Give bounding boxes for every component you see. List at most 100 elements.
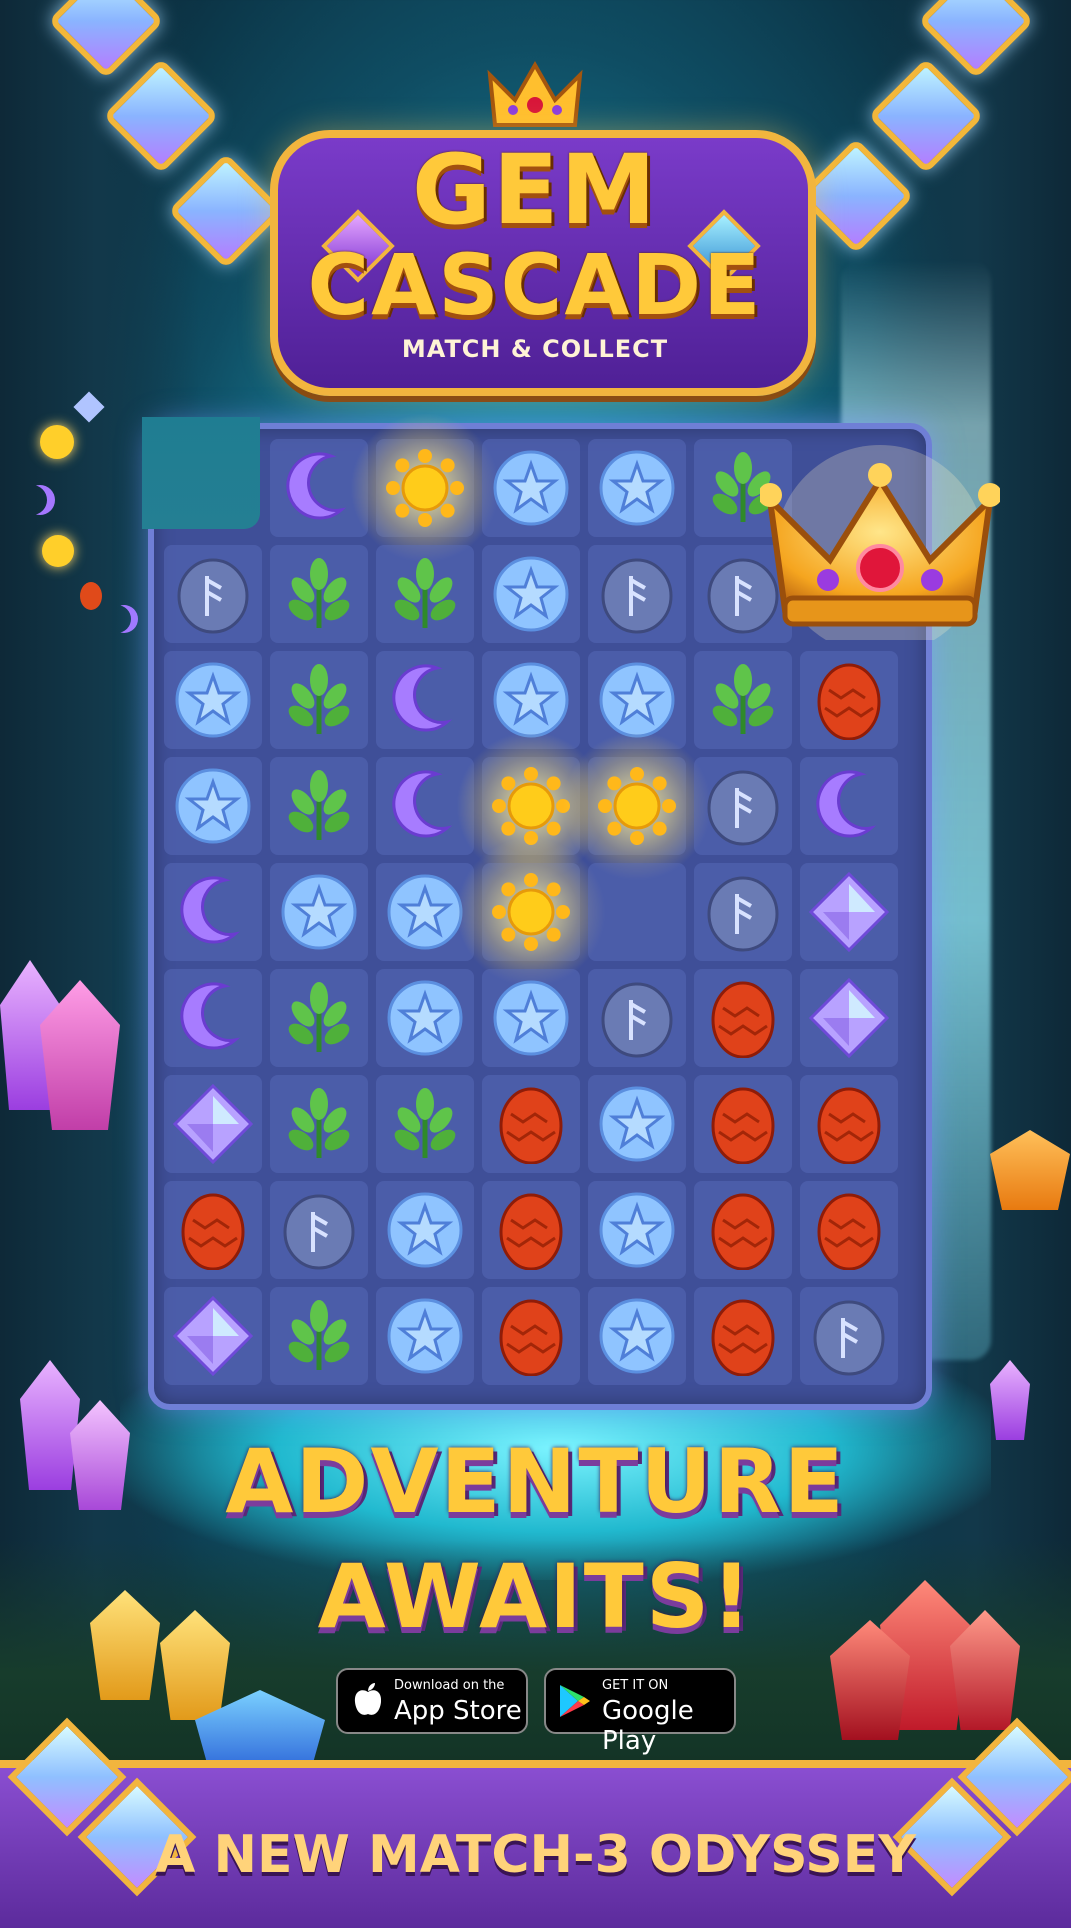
board-cell[interactable] xyxy=(270,1075,368,1173)
mini-egg-icon xyxy=(80,582,102,610)
board-cell[interactable] xyxy=(482,545,580,643)
board-cell[interactable] xyxy=(588,1287,686,1385)
board-cell[interactable] xyxy=(800,1287,898,1385)
moon-icon xyxy=(180,876,241,944)
board-cell[interactable] xyxy=(588,439,686,537)
board-cell[interactable] xyxy=(456,837,606,987)
sun-icon xyxy=(598,767,676,845)
board-cell[interactable] xyxy=(694,1181,792,1279)
board-cell[interactable] xyxy=(588,545,686,643)
diamond-gem-icon xyxy=(173,1296,253,1376)
diamond-gem-icon xyxy=(173,1084,253,1164)
board-cell[interactable] xyxy=(270,545,368,643)
dragon-egg-icon xyxy=(711,1087,775,1164)
board-cell[interactable] xyxy=(482,439,580,537)
crown-icon xyxy=(760,445,1000,640)
dragon-egg-icon xyxy=(817,1087,881,1164)
leaf-icon xyxy=(394,1088,456,1158)
board-cell[interactable] xyxy=(588,969,686,1067)
google-play-icon xyxy=(560,1685,590,1717)
rune-stone-icon xyxy=(601,982,673,1058)
leaf-icon xyxy=(288,770,350,840)
board-cell[interactable] xyxy=(800,757,898,855)
star-bubble-icon xyxy=(175,768,251,844)
board-cell[interactable] xyxy=(164,757,262,855)
star-bubble-icon xyxy=(599,1298,675,1374)
board-cell[interactable] xyxy=(270,1287,368,1385)
mini-sun-icon xyxy=(42,535,74,567)
board-cell[interactable] xyxy=(482,1181,580,1279)
google-play-button[interactable]: GET IT ON Google Play xyxy=(544,1668,736,1756)
leaf-icon xyxy=(394,558,456,628)
board-cell[interactable] xyxy=(482,1075,580,1173)
logo-title-line1: GEM xyxy=(412,134,658,246)
board-cell[interactable] xyxy=(800,1181,898,1279)
leaf-icon xyxy=(288,1088,350,1158)
mini-sun-icon xyxy=(40,425,74,459)
board-cell[interactable] xyxy=(164,863,262,961)
leaf-icon xyxy=(712,664,774,734)
moon-icon xyxy=(816,770,877,838)
moon-icon xyxy=(286,452,347,520)
google-play-small-label: GET IT ON xyxy=(602,1678,669,1693)
board-cell[interactable] xyxy=(376,1075,474,1173)
board-cell[interactable] xyxy=(270,651,368,749)
board-cell[interactable] xyxy=(800,1075,898,1173)
mini-moon-icon xyxy=(110,605,138,633)
dragon-egg-icon xyxy=(181,1193,245,1270)
board-cell[interactable] xyxy=(164,545,262,643)
star-bubble-icon xyxy=(599,450,675,526)
banner-tagline: A NEW MATCH-3 ODYSSEY xyxy=(155,1825,916,1885)
google-play-label: Google Play xyxy=(602,1696,694,1756)
board-cell[interactable] xyxy=(164,1287,262,1385)
board-cell[interactable] xyxy=(376,969,474,1067)
diamond-gem-icon xyxy=(809,872,889,952)
board-cell[interactable] xyxy=(270,1181,368,1279)
board-cell[interactable] xyxy=(562,731,712,881)
star-bubble-icon xyxy=(493,450,569,526)
board-cell[interactable] xyxy=(270,757,368,855)
board-cell[interactable] xyxy=(800,651,898,749)
headline-line2: AWAITS! xyxy=(317,1545,754,1648)
board-cell[interactable] xyxy=(588,1075,686,1173)
board-cell[interactable] xyxy=(694,863,792,961)
sun-icon xyxy=(492,767,570,845)
board-cell[interactable] xyxy=(694,1075,792,1173)
leaf-icon xyxy=(288,982,350,1052)
rune-stone-icon xyxy=(601,558,673,634)
board-cell[interactable] xyxy=(164,1181,262,1279)
diamond-gem-icon xyxy=(809,978,889,1058)
board-cell[interactable] xyxy=(376,651,474,749)
board-cell[interactable] xyxy=(164,1075,262,1173)
board-cell[interactable] xyxy=(270,969,368,1067)
board-cell[interactable] xyxy=(350,413,500,563)
star-bubble-icon xyxy=(599,1086,675,1162)
board-cell[interactable] xyxy=(376,1181,474,1279)
rune-stone-icon xyxy=(707,876,779,952)
board-cell[interactable] xyxy=(376,545,474,643)
board-cell[interactable] xyxy=(588,1181,686,1279)
board-cell[interactable] xyxy=(482,969,580,1067)
board-cell[interactable] xyxy=(694,651,792,749)
dragon-egg-icon xyxy=(711,1299,775,1376)
star-bubble-icon xyxy=(175,662,251,738)
logo-subtitle: MATCH & COLLECT xyxy=(401,335,669,363)
star-bubble-icon xyxy=(387,1298,463,1374)
dragon-egg-icon xyxy=(711,981,775,1058)
board-cell[interactable] xyxy=(800,969,898,1067)
app-store-button[interactable]: Download on the App Store xyxy=(336,1668,528,1734)
rune-stone-icon xyxy=(813,1300,885,1376)
board-cell[interactable] xyxy=(164,969,262,1067)
star-bubble-icon xyxy=(387,1192,463,1268)
board-notch xyxy=(142,417,260,529)
dragon-egg-icon xyxy=(499,1299,563,1376)
board-cell[interactable] xyxy=(270,863,368,961)
board-cell[interactable] xyxy=(800,863,898,961)
board-cell[interactable] xyxy=(694,757,792,855)
board-cell[interactable] xyxy=(694,1287,792,1385)
board-cell[interactable] xyxy=(588,863,686,961)
board-cell[interactable] xyxy=(482,1287,580,1385)
board-cell[interactable] xyxy=(376,1287,474,1385)
board-cell[interactable] xyxy=(164,651,262,749)
board-cell[interactable] xyxy=(694,969,792,1067)
